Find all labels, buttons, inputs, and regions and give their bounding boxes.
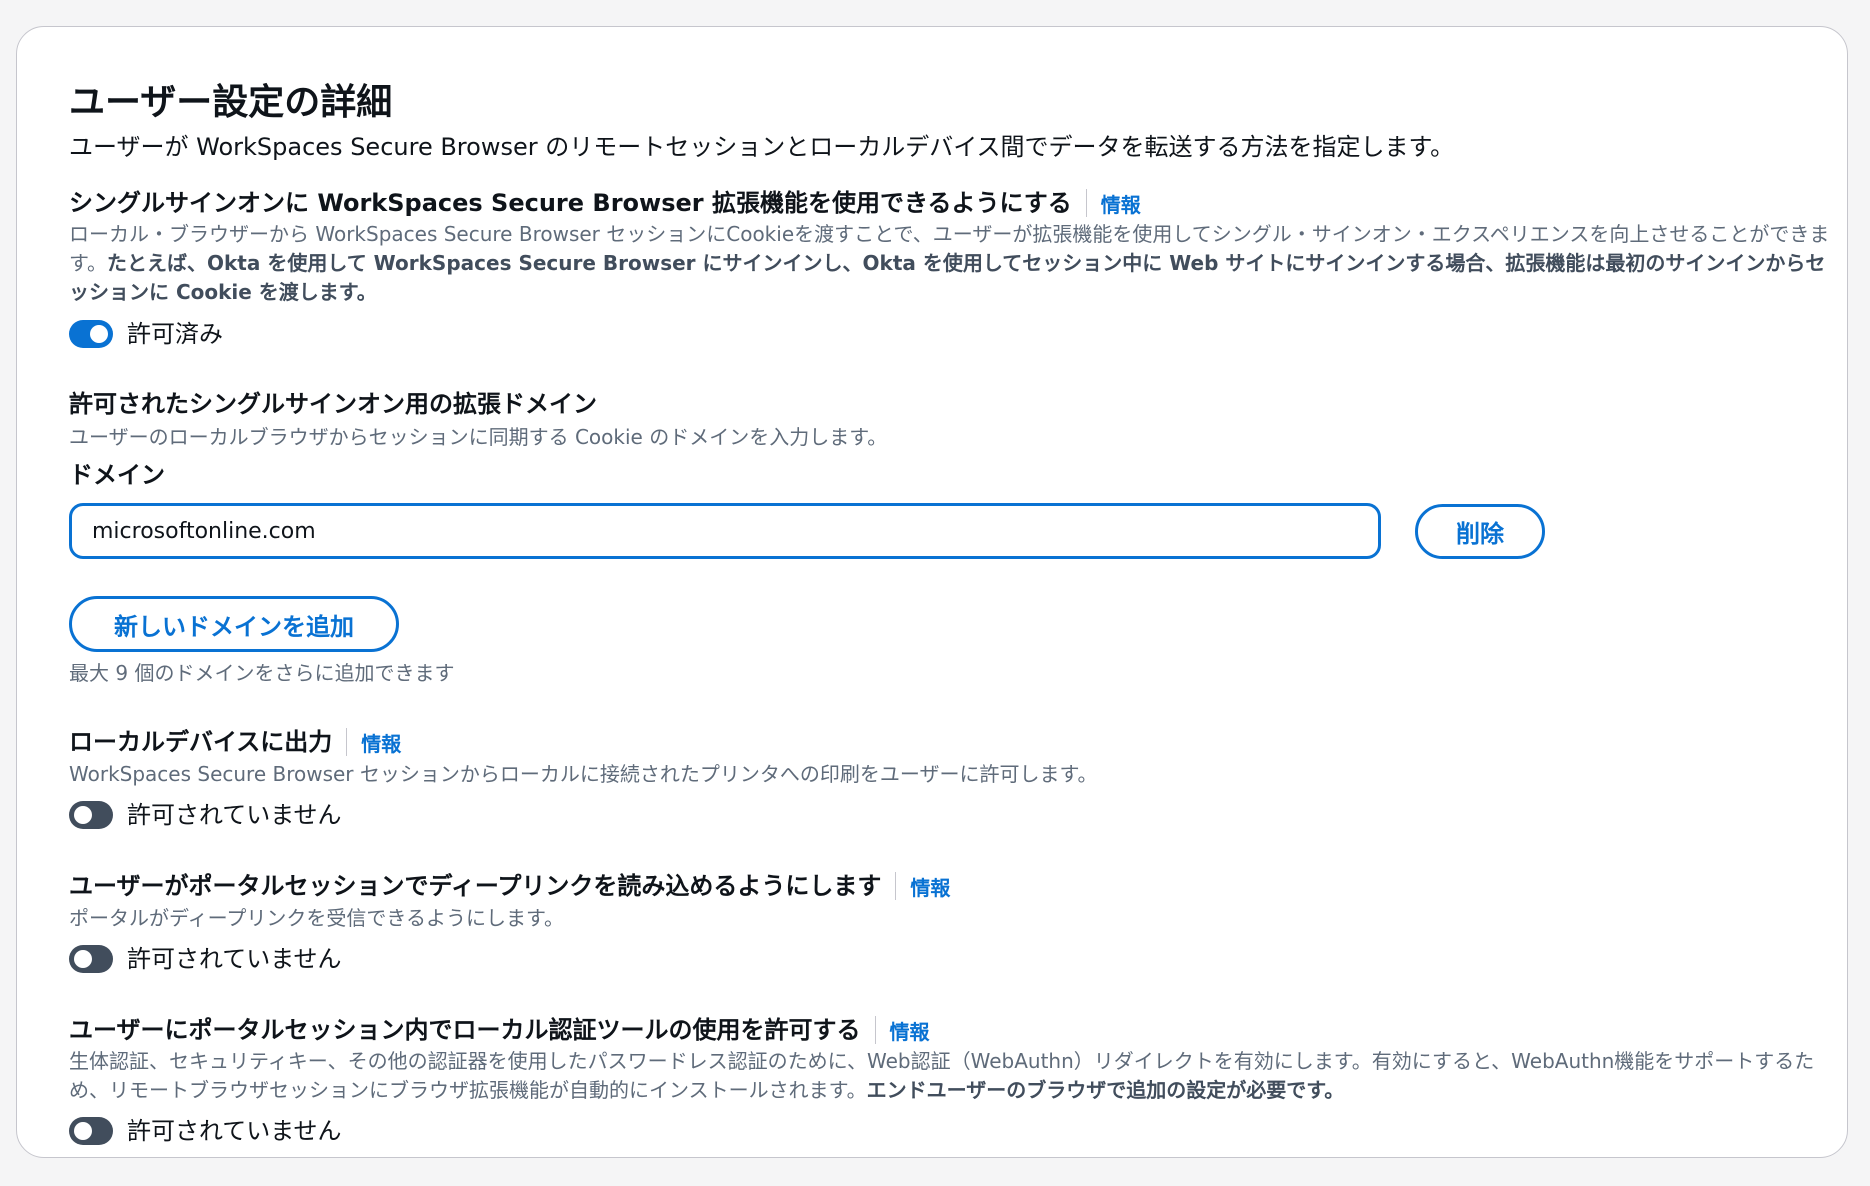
sso-toggle[interactable]	[69, 320, 113, 348]
webauthn-header: ユーザーにポータルセッション内でローカル認証ツールの使用を許可する 情報	[69, 1013, 930, 1047]
toggle-knob	[90, 325, 108, 343]
deeplink-description: ポータルがディープリンクを受信できるようにします。	[69, 906, 564, 930]
print-toggle[interactable]	[69, 801, 113, 829]
domain-input[interactable]	[69, 503, 1381, 559]
toggle-knob	[74, 950, 92, 968]
print-toggle-text: 許可されていません	[127, 801, 342, 829]
sso-description-bold: たとえば、Okta を使用して WorkSpaces Secure Browse…	[69, 251, 1826, 304]
domain-field-label: ドメイン	[69, 461, 165, 489]
deeplink-header: ユーザーがポータルセッションでディープリンクを読み込めるようにします 情報	[69, 869, 950, 903]
domains-label: 許可されたシングルサインオン用の拡張ドメイン	[69, 390, 597, 418]
divider	[874, 1016, 876, 1044]
deeplink-label: ユーザーがポータルセッションでディープリンクを読み込めるようにします	[69, 872, 882, 900]
webauthn-toggle-row: 許可されていません	[69, 1114, 342, 1148]
add-domain-button[interactable]: 新しいドメインを追加	[69, 596, 399, 652]
webauthn-toggle-text: 許可されていません	[127, 1117, 342, 1145]
toggle-knob	[74, 1122, 92, 1140]
user-settings-panel: ユーザー設定の詳細 ユーザーが WorkSpaces Secure Browse…	[16, 26, 1848, 1158]
domains-description: ユーザーのローカルブラウザからセッションに同期する Cookie のドメインを入…	[69, 425, 888, 449]
page-title: ユーザー設定の詳細	[69, 82, 393, 123]
sso-info-link[interactable]: 情報	[1101, 189, 1141, 218]
divider	[895, 872, 897, 900]
divider	[346, 728, 348, 756]
page-subtitle: ユーザーが WorkSpaces Secure Browser のリモートセッシ…	[69, 133, 1455, 161]
webauthn-description-bold: エンドユーザーのブラウザで追加の設定が必要です。	[866, 1078, 1345, 1102]
webauthn-info-link[interactable]: 情報	[890, 1016, 930, 1045]
sso-toggle-row: 許可済み	[69, 317, 223, 351]
deeplink-toggle[interactable]	[69, 945, 113, 973]
webauthn-toggle[interactable]	[69, 1117, 113, 1145]
print-description: WorkSpaces Secure Browser セッションからローカルに接続…	[69, 762, 1098, 786]
deeplink-info-link[interactable]: 情報	[910, 872, 950, 901]
print-info-link[interactable]: 情報	[361, 728, 401, 757]
sso-description: ローカル・ブラウザーから WorkSpaces Secure Browser セ…	[69, 220, 1839, 307]
print-header: ローカルデバイスに出力 情報	[69, 725, 401, 759]
deeplink-toggle-text: 許可されていません	[127, 945, 342, 973]
sso-label: シングルサインオンに WorkSpaces Secure Browser 拡張機…	[69, 189, 1072, 217]
webauthn-label: ユーザーにポータルセッション内でローカル認証ツールの使用を許可する	[69, 1016, 861, 1044]
toggle-knob	[74, 806, 92, 824]
divider	[1085, 189, 1087, 217]
print-label: ローカルデバイスに出力	[69, 728, 333, 756]
sso-toggle-text: 許可済み	[127, 320, 223, 348]
deeplink-toggle-row: 許可されていません	[69, 942, 342, 976]
print-toggle-row: 許可されていません	[69, 798, 342, 832]
webauthn-description: 生体認証、セキュリティキー、その他の認証器を使用したパスワードレス認証のために、…	[69, 1047, 1839, 1105]
delete-domain-button[interactable]: 削除	[1415, 504, 1545, 559]
add-domain-hint: 最大 9 個のドメインをさらに追加できます	[69, 661, 455, 685]
sso-header: シングルサインオンに WorkSpaces Secure Browser 拡張機…	[69, 186, 1141, 220]
